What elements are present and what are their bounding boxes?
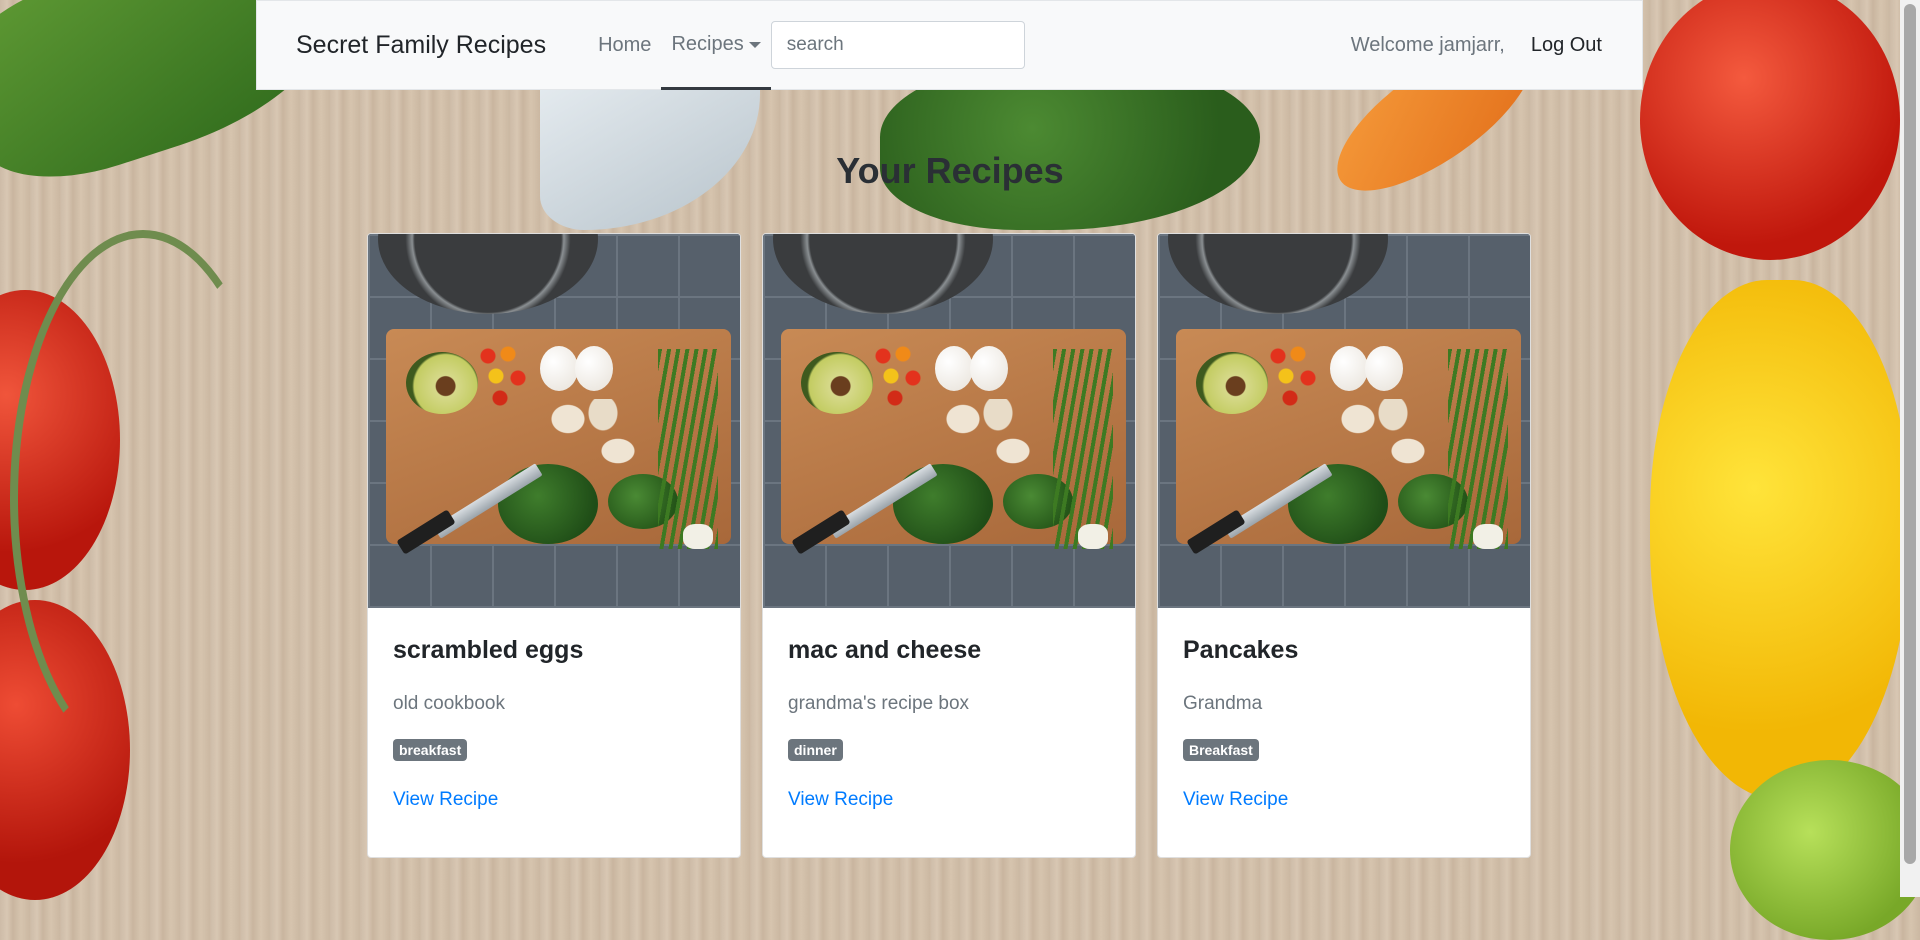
view-recipe-link[interactable]: View Recipe [1183,789,1505,811]
category-badge: Breakfast [1183,739,1259,761]
welcome-text: Welcome jamjarr, [1350,33,1505,56]
recipe-card: Pancakes Grandma Breakfast View Recipe [1157,233,1531,858]
recipe-source: grandma's recipe box [788,693,970,714]
recipes-dropdown[interactable]: Recipes [661,20,771,90]
brand-link[interactable]: Secret Family Recipes [296,31,546,60]
recipe-card: mac and cheese grandma's recipe box dinn… [762,233,1136,858]
recipe-source: Grandma [1183,693,1263,714]
recipes-dropdown-label: Recipes [671,33,744,55]
recipe-image [763,234,1135,608]
recipe-card-body: mac and cheese grandma's recipe box dinn… [763,608,1135,836]
category-badge: breakfast [393,739,468,761]
view-recipe-link[interactable]: View Recipe [393,789,715,811]
caret-down-icon [748,41,761,48]
recipe-card: scrambled eggs old cookbook breakfast Vi… [367,233,741,858]
recipe-card-body: Pancakes Grandma Breakfast View Recipe [1158,608,1530,836]
recipe-image [1158,234,1530,608]
recipe-source: old cookbook [393,693,505,714]
scrollbar-thumb[interactable] [1904,4,1916,864]
page-title: Your Recipes [836,150,1064,191]
recipe-title: Pancakes [1183,636,1299,664]
background-vine [10,230,276,766]
background-green-pepper [1730,760,1920,940]
recipe-title: mac and cheese [788,636,982,664]
background-tomato [1640,0,1900,260]
logout-link[interactable]: Log Out [1531,34,1602,57]
view-recipe-link[interactable]: View Recipe [788,789,1110,811]
search-input[interactable] [770,21,1025,69]
nav-home-link[interactable]: Home [598,34,651,57]
category-badge: dinner [788,739,843,761]
recipe-image [368,234,740,608]
background-yellow-pepper [1650,280,1910,800]
recipe-title: scrambled eggs [393,636,584,664]
recipe-card-body: scrambled eggs old cookbook breakfast Vi… [368,608,740,836]
navbar: Secret Family Recipes Home Recipes Welco… [256,0,1643,90]
nav-user-area: Welcome jamjarr, Log Out [1351,34,1602,57]
recipe-card-list: scrambled eggs old cookbook breakfast Vi… [367,233,1552,858]
page-scrollbar[interactable] [1900,0,1920,897]
